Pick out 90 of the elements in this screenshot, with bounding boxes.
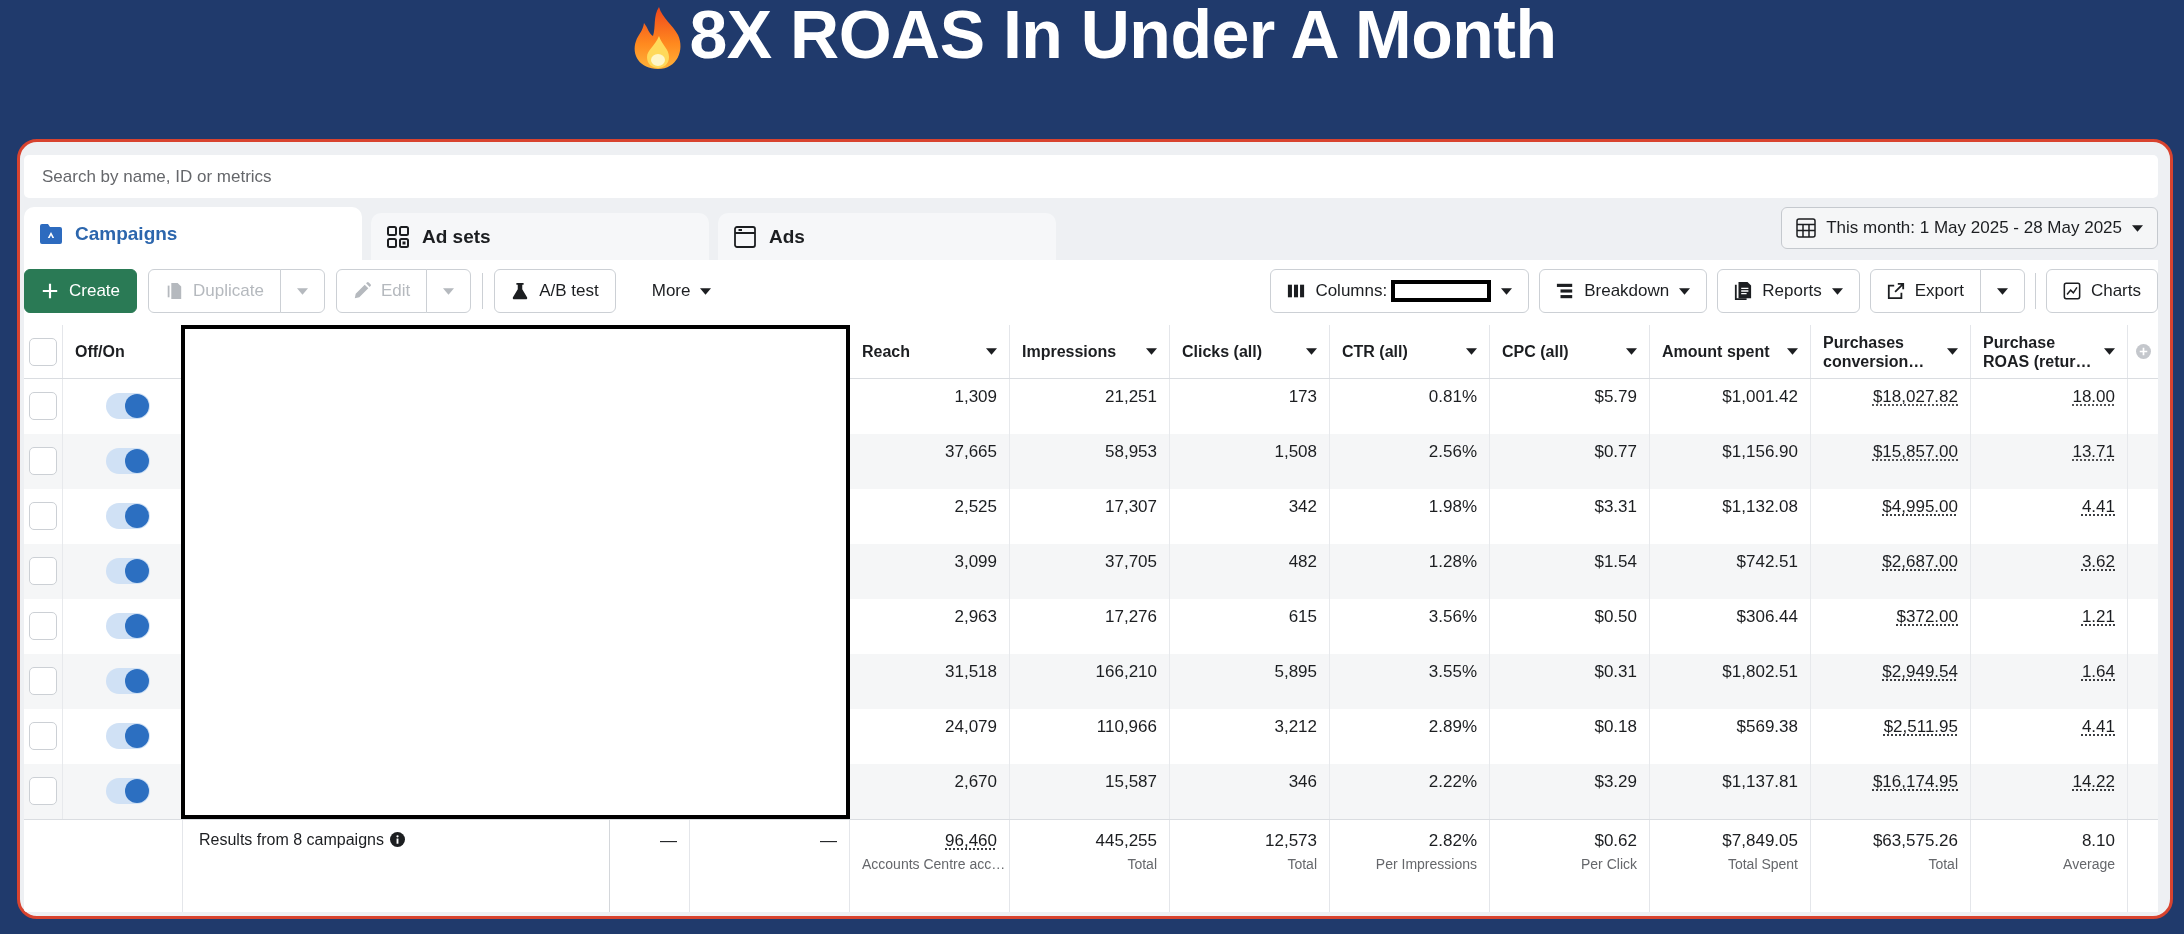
toggle-switch[interactable] [105, 393, 150, 419]
caret-icon [1679, 287, 1691, 295]
dropdown-button[interactable] [1979, 269, 2025, 313]
toggle-switch[interactable] [105, 778, 150, 804]
window-icon [733, 224, 757, 249]
total-label: Per Impressions [1375, 855, 1477, 873]
checkbox[interactable] [29, 392, 57, 420]
caret-icon [2132, 224, 2143, 232]
toggle-switch[interactable] [105, 503, 150, 529]
checkbox[interactable] [29, 337, 57, 366]
checkbox[interactable] [29, 667, 57, 695]
columns-icon [1287, 282, 1306, 300]
search-field[interactable]: Search by name, ID or metrics [24, 155, 2158, 198]
checkbox[interactable] [29, 612, 57, 640]
total-label: Total [1287, 855, 1317, 873]
column-header[interactable]: CPC (all) [1490, 325, 1650, 378]
dropdown-button[interactable] [426, 269, 472, 313]
caret-icon [1787, 348, 1798, 355]
dropdown-button[interactable] [279, 269, 325, 313]
table-cell: — [610, 820, 690, 912]
column-header[interactable]: Purchases conversion… [1811, 325, 1971, 378]
pencil-icon [352, 282, 371, 300]
total-value: 445,255 [1095, 831, 1157, 851]
plus-icon [41, 282, 59, 300]
caret-icon [1501, 287, 1513, 295]
plus-circle-icon[interactable] [2135, 344, 2151, 359]
total-label: Accounts Centre acc… [862, 855, 1006, 873]
charts-button[interactable]: Charts [2045, 269, 2158, 313]
flask-icon [511, 282, 530, 300]
total-label: Total [1127, 855, 1157, 873]
box-arrow-icon [1886, 282, 1905, 300]
grid-icon [386, 224, 410, 249]
column-header[interactable]: Amount spent [1650, 325, 1811, 378]
caret-icon [1996, 287, 2008, 295]
toggle-switch[interactable] [105, 668, 150, 694]
export-button[interactable]: Export [1869, 269, 1981, 313]
tab[interactable]: Ad sets [371, 213, 709, 260]
calendar-icon [1796, 218, 1817, 238]
total-label: Average [2063, 855, 2115, 873]
results-summary: Results from 8 campaigns [199, 830, 384, 850]
caret-icon [1626, 348, 1637, 355]
breakdown-button[interactable]: Breakdown [1539, 269, 1708, 313]
checkbox[interactable] [29, 777, 57, 805]
caret-icon [296, 287, 308, 295]
table-cell: — [690, 820, 850, 912]
reports-button[interactable]: Reports [1717, 269, 1860, 313]
page-title: 8X ROAS In Under A Month [689, 0, 1557, 68]
total-value: $0.62 [1594, 831, 1637, 851]
checkbox[interactable] [29, 722, 57, 750]
caret-icon [986, 348, 997, 355]
info-icon[interactable] [389, 832, 405, 847]
total-value: 96,460 [945, 831, 997, 851]
column-header[interactable]: CTR (all) [1330, 325, 1490, 378]
folder-icon [39, 221, 63, 246]
tab[interactable]: Campaigns [24, 207, 362, 260]
caret-icon [1831, 287, 1843, 295]
columns-button[interactable]: Columns: [1270, 269, 1530, 313]
toggle-switch[interactable] [105, 558, 150, 584]
total-value: 2.82% [1428, 831, 1477, 851]
caret-icon [1466, 348, 1477, 355]
tab[interactable]: Ads [718, 213, 1056, 260]
column-header[interactable]: Clicks (all) [1170, 325, 1330, 378]
caret-icon [443, 287, 455, 295]
ab-test-button[interactable]: A/B test [494, 269, 616, 313]
column-header[interactable]: Impressions [1010, 325, 1170, 378]
total-label: Total [1928, 855, 1958, 873]
date-range-button[interactable]: This month: 1 May 2025 - 28 May 2025 [1781, 207, 2158, 249]
checkbox[interactable] [29, 502, 57, 530]
create-button[interactable]: Create [24, 269, 138, 313]
caret-icon [2104, 348, 2115, 355]
toggle-switch[interactable] [105, 448, 150, 474]
total-label: Total Spent [1727, 855, 1798, 873]
total-value: $63,575.26 [1872, 831, 1958, 851]
caret-icon [1146, 348, 1157, 355]
indented-list-icon [1556, 282, 1575, 300]
checkbox[interactable] [29, 447, 57, 475]
caret-icon [1947, 348, 1958, 355]
total-label: Per Click [1581, 855, 1637, 873]
document-icon [1734, 282, 1753, 300]
caret-icon [1306, 348, 1317, 355]
toggle-switch[interactable] [105, 613, 150, 639]
caret-icon [700, 287, 712, 295]
column-header[interactable]: Purchase ROAS (retur… [1971, 325, 2128, 378]
line-chart-icon [2062, 282, 2081, 300]
total-value: $7,849.05 [1722, 831, 1798, 851]
total-value: 8.10 [2081, 831, 2115, 851]
copy-icon [165, 282, 184, 300]
toggle-switch[interactable] [105, 723, 150, 749]
total-value: 12,573 [1265, 831, 1317, 851]
checkbox[interactable] [29, 557, 57, 585]
